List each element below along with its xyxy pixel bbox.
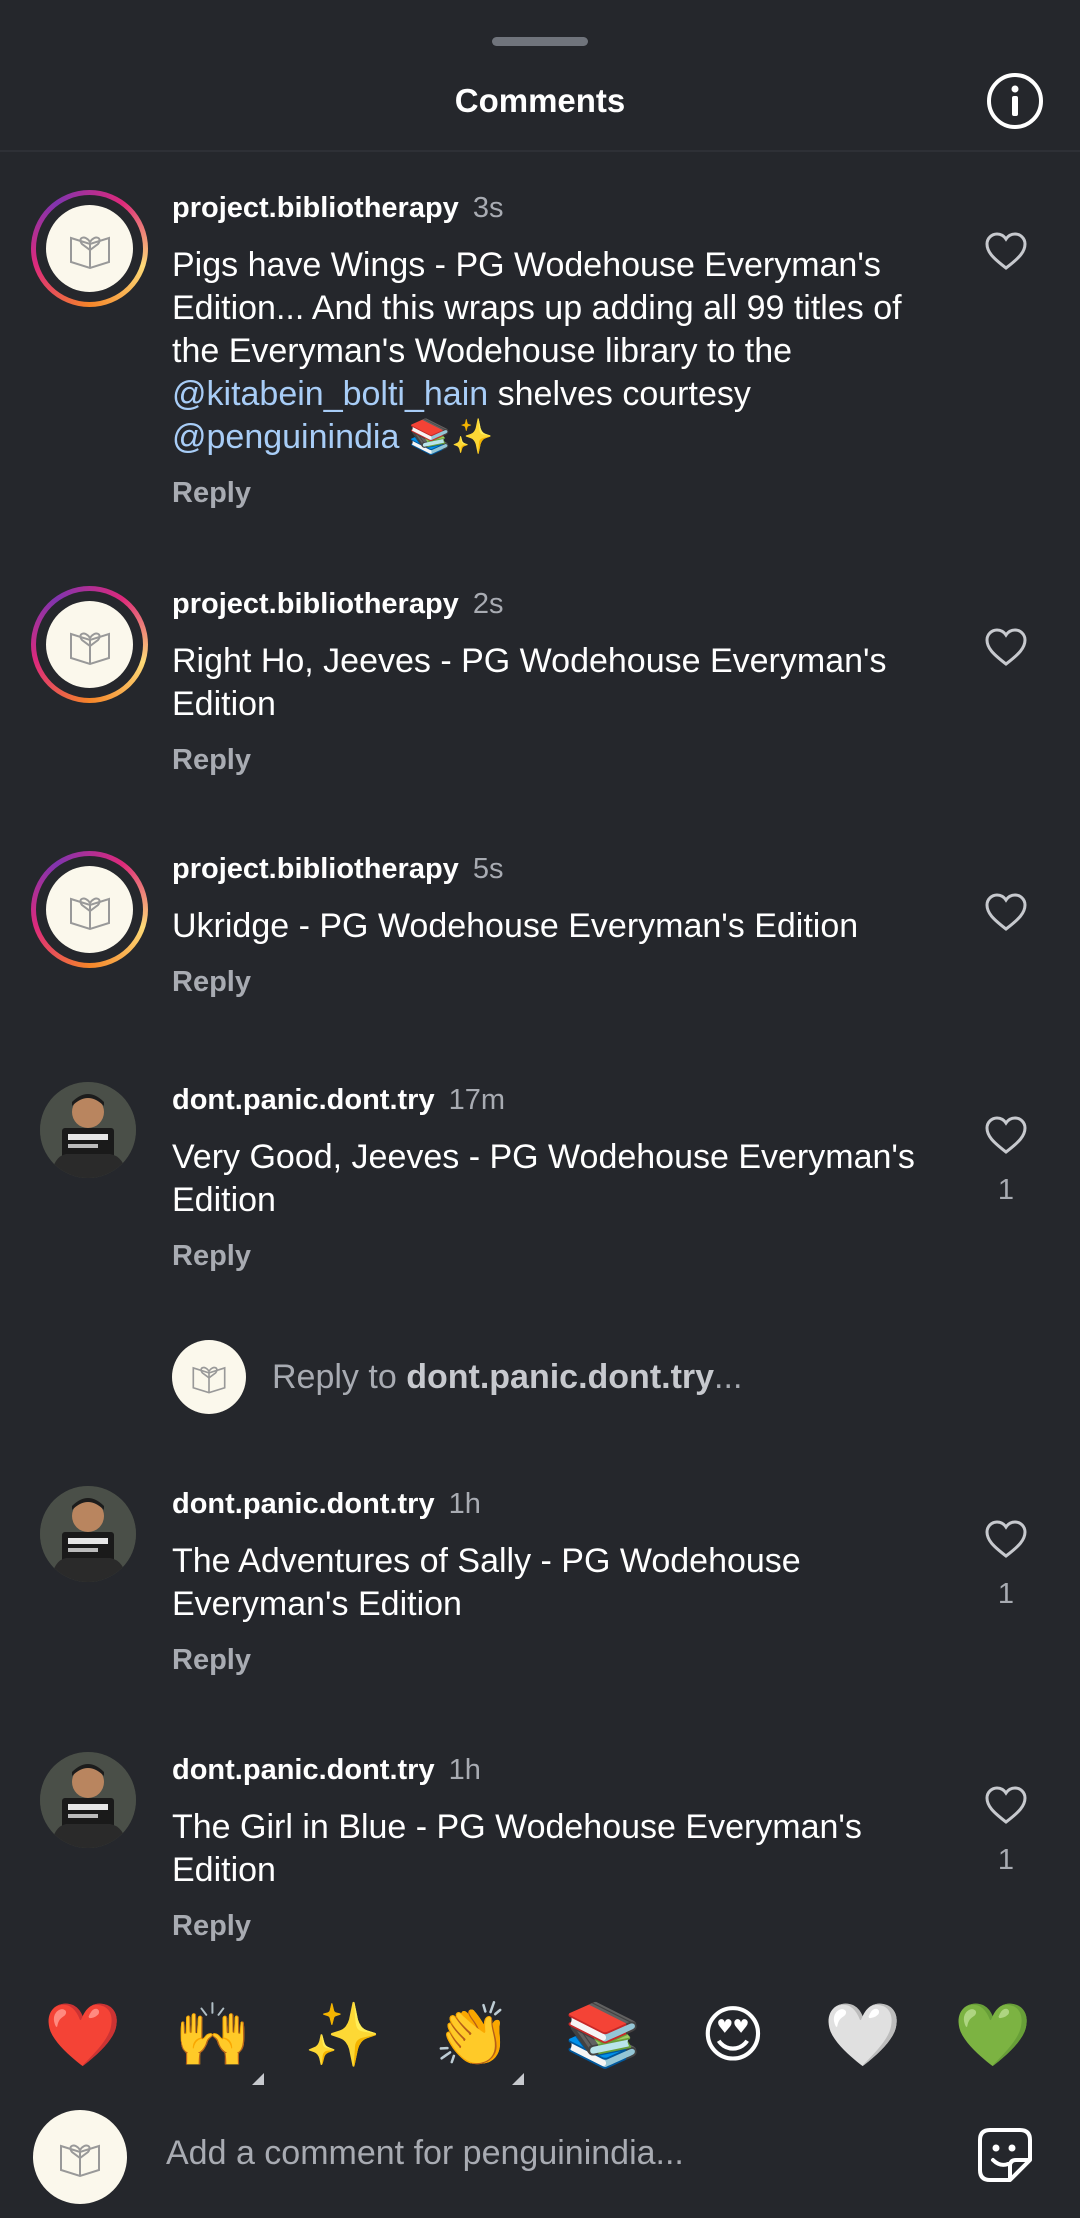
story-ring-avatar[interactable] (31, 190, 148, 307)
comment-body: dont.panic.dont.try 1h The Girl in Blue -… (172, 1752, 932, 1943)
comment-body: project.bibliotherapy 2s Right Ho, Jeeves… (172, 586, 932, 777)
sheet-drag-handle[interactable] (492, 37, 588, 46)
comment-body: project.bibliotherapy 5s Ukridge - PG Wod… (172, 851, 932, 999)
comment-body: project.bibliotherapy 3s Pigs have Wings … (172, 190, 932, 510)
reply-button[interactable]: Reply (172, 744, 932, 777)
story-ring-avatar[interactable] (31, 586, 148, 703)
timestamp: 1h (448, 1754, 481, 1786)
story-ring-avatar[interactable] (31, 851, 148, 968)
username[interactable]: dont.panic.dont.try (172, 1084, 435, 1116)
reply-button[interactable]: Reply (172, 966, 932, 999)
comment-text: Right Ho, Jeeves - PG Wodehouse Everyman… (172, 642, 887, 723)
sticker-icon[interactable] (976, 2126, 1034, 2184)
avatar[interactable] (40, 1082, 136, 1178)
reply-input-row[interactable]: Reply to dont.panic.dont.try... (172, 1340, 932, 1414)
book-heart-logo-icon (192, 1366, 226, 1394)
heart-icon[interactable] (985, 628, 1027, 668)
comments-header: Comments (0, 0, 1080, 150)
reply-button[interactable]: Reply (172, 1910, 932, 1943)
header-divider (0, 150, 1080, 152)
username[interactable]: project.bibliotherapy (172, 588, 459, 620)
comment-composer (0, 2104, 1080, 2218)
user-photo-avatar-icon (40, 1082, 136, 1178)
heart-icon[interactable] (985, 1116, 1027, 1156)
reply-button[interactable]: Reply (172, 477, 932, 510)
heart-icon[interactable] (985, 893, 1027, 933)
info-icon[interactable] (986, 72, 1044, 130)
avatar[interactable] (40, 1752, 136, 1848)
username[interactable]: dont.panic.dont.try (172, 1488, 435, 1520)
user-photo-avatar-icon (40, 1486, 136, 1582)
mention-link[interactable]: @penguinindia (172, 418, 399, 456)
emoji-reaction-bar: ❤️ 🙌 ✨ 👏 📚 😍 🤍 💚 (0, 1995, 1080, 2095)
user-photo-avatar-icon (40, 1752, 136, 1848)
username[interactable]: project.bibliotherapy (172, 853, 459, 885)
book-heart-logo-icon (60, 2144, 100, 2178)
username[interactable]: project.bibliotherapy (172, 192, 459, 224)
comment-text: Ukridge - PG Wodehouse Everyman's Editio… (172, 907, 859, 945)
timestamp: 1h (448, 1488, 481, 1520)
emoji-sparkles[interactable]: ✨ (298, 1995, 388, 2075)
reply-button[interactable]: Reply (172, 1644, 932, 1677)
like-count: 1 (997, 1578, 1015, 1610)
comment-text: The Girl in Blue - PG Wodehouse Everyman… (172, 1808, 862, 1889)
book-heart-logo-icon (69, 632, 110, 665)
username[interactable]: dont.panic.dont.try (172, 1754, 435, 1786)
emoji-red-heart[interactable]: ❤️ (38, 1995, 128, 2075)
comment-input[interactable] (164, 2126, 928, 2180)
timestamp: 5s (472, 853, 504, 885)
heart-icon[interactable] (985, 232, 1027, 272)
skin-tone-indicator (252, 2073, 264, 2085)
emoji-clapping-hands[interactable]: 👏 (428, 1995, 524, 2085)
emoji-green-heart[interactable]: 💚 (948, 1995, 1038, 2075)
avatar (33, 2110, 127, 2204)
comment-text: Pigs have Wings - PG Wodehouse Everyman'… (172, 246, 902, 456)
page-title: Comments (454, 82, 626, 119)
emoji-books[interactable]: 📚 (558, 1995, 648, 2075)
comment-text: Very Good, Jeeves - PG Wodehouse Everyma… (172, 1138, 915, 1219)
like-count: 1 (997, 1174, 1015, 1206)
emoji-white-heart[interactable]: 🤍 (818, 1995, 908, 2075)
timestamp: 2s (472, 588, 504, 620)
avatar[interactable] (40, 1486, 136, 1582)
heart-icon[interactable] (985, 1520, 1027, 1560)
comment-text: The Adventures of Sally - PG Wodehouse E… (172, 1542, 801, 1623)
mention-link[interactable]: @kitabein_bolti_hain (172, 375, 488, 413)
timestamp: 17m (448, 1084, 506, 1116)
book-heart-logo-icon (69, 236, 110, 269)
emoji-heart-eyes[interactable]: 😍 (688, 1995, 778, 2075)
emoji-raising-hands[interactable]: 🙌 (168, 1995, 264, 2085)
skin-tone-indicator (512, 2073, 524, 2085)
timestamp: 3s (472, 192, 504, 224)
avatar (172, 1340, 246, 1414)
comment-body: dont.panic.dont.try 1h The Adventures of … (172, 1486, 932, 1677)
book-heart-logo-icon (69, 897, 110, 930)
reply-button[interactable]: Reply (172, 1240, 932, 1273)
reply-input[interactable]: Reply to dont.panic.dont.try... (272, 1358, 742, 1397)
like-count: 1 (997, 1844, 1015, 1876)
heart-icon[interactable] (985, 1786, 1027, 1826)
comment-body: dont.panic.dont.try 17m Very Good, Jeeves… (172, 1082, 932, 1273)
